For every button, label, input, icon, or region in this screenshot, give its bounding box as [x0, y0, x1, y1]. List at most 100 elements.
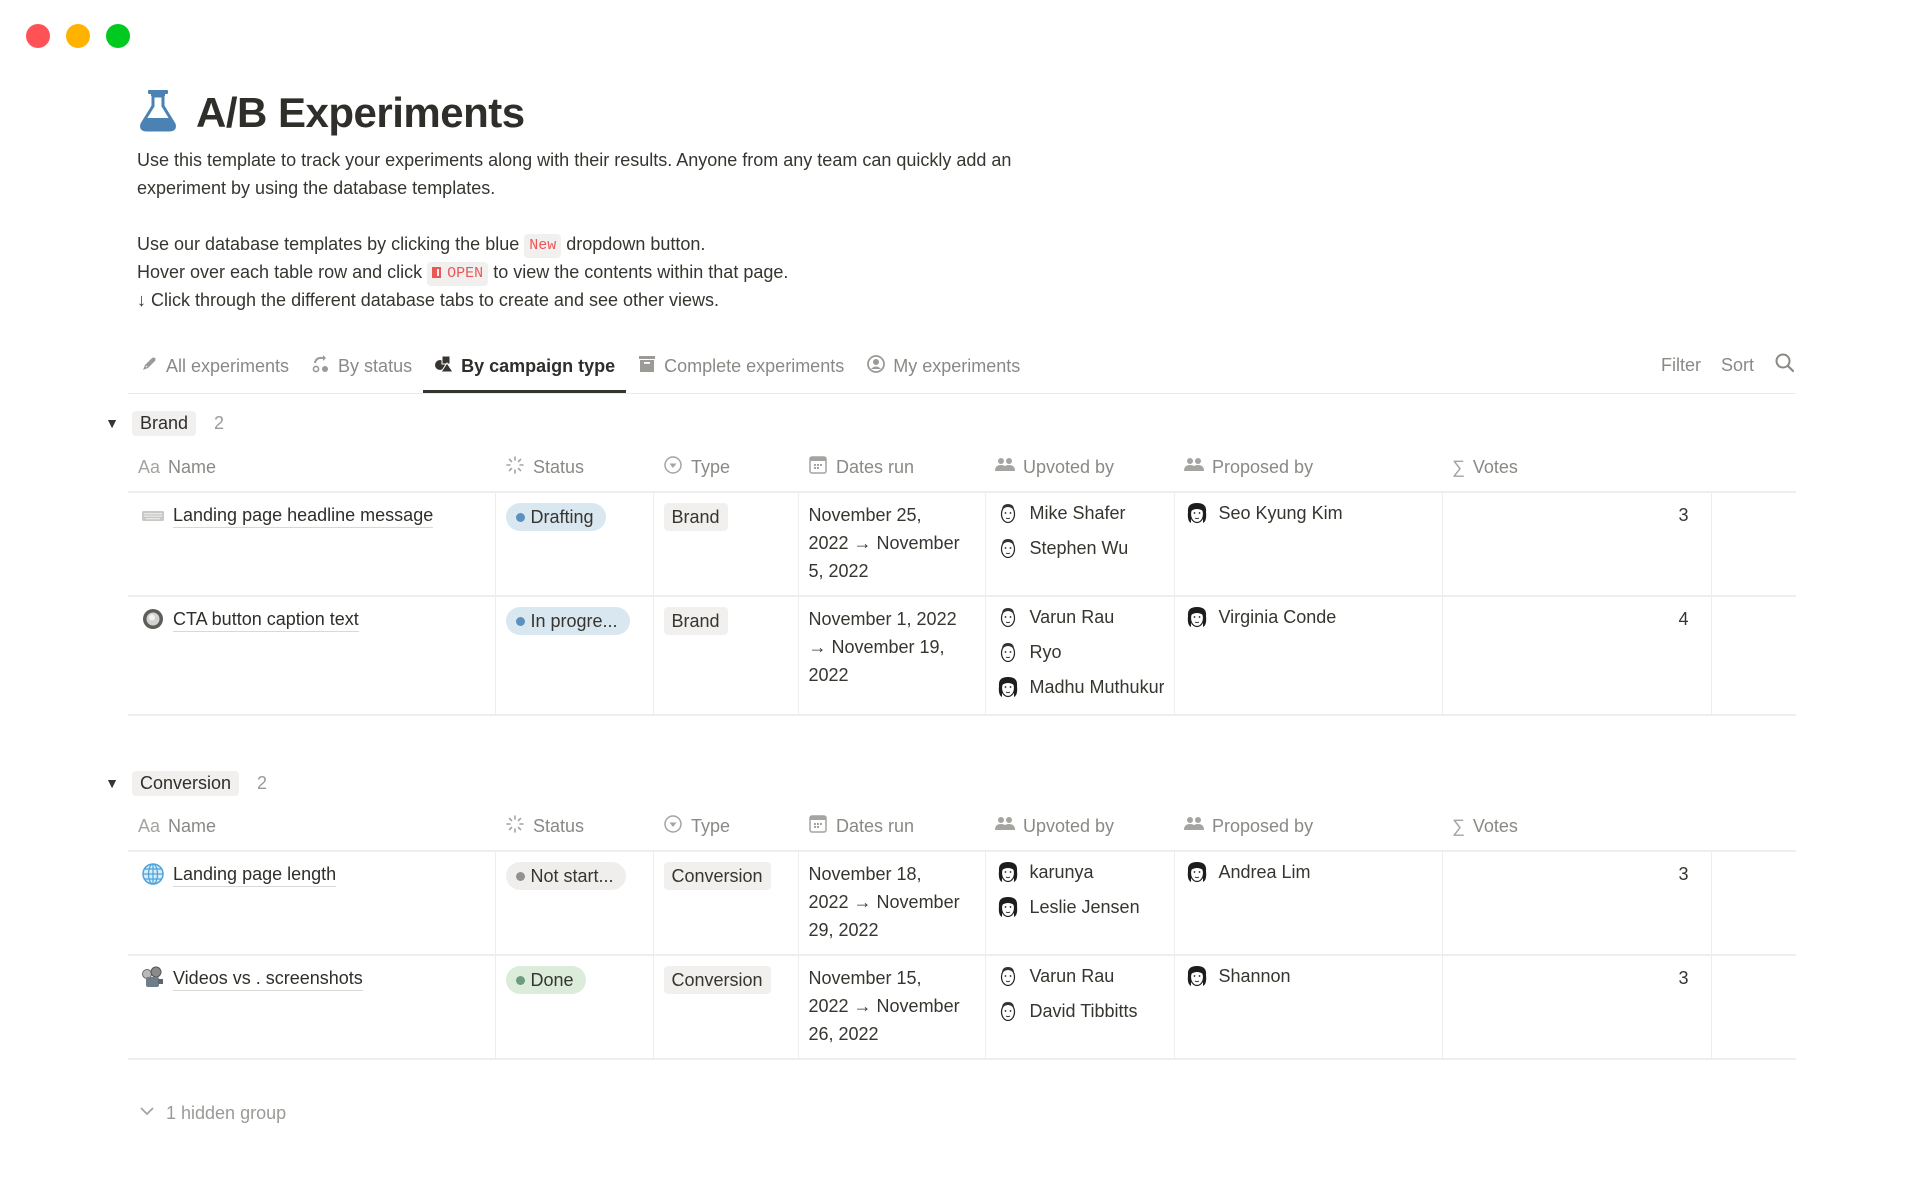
column-header-votes[interactable]: ∑ Votes [1442, 803, 1711, 852]
empty-cell [1711, 492, 1796, 597]
row-title-link[interactable]: CTA button caption text [173, 607, 359, 632]
help-text: dropdown button. [566, 234, 706, 254]
name-cell[interactable]: Landing page headline message [128, 492, 496, 597]
votes-cell: 3 [1442, 851, 1712, 956]
collapse-triangle-icon[interactable]: ▼ [104, 415, 120, 431]
column-header-dates-run[interactable]: Dates run [798, 803, 985, 852]
status-cell[interactable]: In progre... [495, 596, 654, 716]
person-chip: Shannon [1185, 958, 1432, 993]
person-chip: Varun Rau [996, 958, 1164, 993]
status-label: Drafting [530, 507, 594, 527]
column-header-type[interactable]: Type [653, 444, 798, 493]
type-cell[interactable]: Conversion [653, 851, 799, 956]
name-cell[interactable]: Videos vs . screenshots [128, 955, 496, 1060]
proposed-by-cell[interactable]: Shannon [1174, 955, 1443, 1060]
upvoted-by-cell[interactable]: karunya Leslie Jensen [985, 851, 1175, 956]
avatar [1185, 501, 1209, 525]
proposed-by-cell[interactable]: Andrea Lim [1174, 851, 1443, 956]
row-title-link[interactable]: Landing page length [173, 862, 337, 887]
table-row[interactable]: CTA button caption text In progre... Brand… [128, 596, 1796, 716]
column-header-name[interactable]: Aa Name [128, 444, 495, 493]
keyboard-icon[interactable] [141, 503, 165, 527]
type-cell[interactable]: Conversion [653, 955, 799, 1060]
column-header-type[interactable]: Type [653, 803, 798, 852]
radio-button-icon[interactable] [141, 607, 165, 631]
column-header-upvoted-by[interactable]: Upvoted by [985, 444, 1174, 493]
name-cell[interactable]: CTA button caption text [128, 596, 496, 716]
page-description-line: experiment by using the database templat… [137, 178, 496, 198]
proposed-by-cell[interactable]: Virginia Conde [1174, 596, 1443, 716]
open-label: OPEN [447, 265, 484, 282]
column-header-upvoted-by[interactable]: Upvoted by [985, 803, 1174, 852]
dates-cell[interactable]: November 25, 2022 → November 5, 2022 [798, 492, 986, 597]
person-name: Madhu Muthukur [1029, 676, 1164, 697]
proposed-by-cell[interactable]: Seo Kyung Kim [1174, 492, 1443, 597]
column-header-status[interactable]: Status [495, 803, 653, 852]
calendar-icon [808, 814, 828, 839]
hidden-groups-toggle[interactable]: 1 hidden group [138, 1102, 286, 1125]
dates-cell[interactable]: November 1, 2022 → November 19, 2022 [798, 596, 986, 716]
status-cell[interactable]: Done [495, 955, 654, 1060]
person-chip: Andrea Lim [1185, 854, 1432, 889]
select-icon [663, 814, 683, 839]
upvoted-by-cell[interactable]: Varun Rau Ryo Madhu Muthukur [985, 596, 1175, 716]
tab-label: Complete experiments [664, 355, 845, 376]
column-label: Proposed by [1212, 457, 1314, 477]
tab-all-experiments[interactable]: All experiments [137, 350, 300, 382]
column-header-votes[interactable]: ∑ Votes [1442, 444, 1711, 493]
avatar [996, 999, 1020, 1023]
tab-complete-experiments[interactable]: Complete experiments [626, 350, 855, 382]
type-cell[interactable]: Brand [653, 596, 799, 716]
workflow-icon [311, 354, 331, 379]
collapse-triangle-icon[interactable]: ▼ [104, 775, 120, 791]
globe-icon[interactable] [141, 862, 165, 886]
status-label: Not start... [530, 866, 614, 886]
row-title-link[interactable]: Landing page headline message [173, 503, 434, 528]
group-label[interactable]: Brand [132, 410, 197, 436]
status-cell[interactable]: Not start... [495, 851, 654, 956]
dates-cell[interactable]: November 15, 2022 → November 26, 2022 [798, 955, 986, 1060]
type-cell[interactable]: Brand [653, 492, 799, 597]
column-label: Proposed by [1212, 816, 1314, 836]
search-icon[interactable] [1774, 352, 1796, 379]
sort-button[interactable]: Sort [1721, 355, 1754, 376]
person-name: Andrea Lim [1218, 861, 1311, 882]
column-header-status[interactable]: Status [495, 444, 653, 493]
table-row[interactable]: Landing page length Not start... Conversio… [128, 851, 1796, 956]
upvoted-by-cell[interactable]: Mike Shafer Stephen Wu [985, 492, 1175, 597]
date-line: 2022 → November [808, 892, 960, 912]
filter-button[interactable]: Filter [1661, 355, 1701, 376]
status-cell[interactable]: Drafting [495, 492, 654, 597]
row-title-link[interactable]: Videos vs . screenshots [173, 966, 363, 991]
votes-value: 3 [1678, 505, 1689, 525]
votes-value: 3 [1678, 968, 1689, 988]
tab-by-campaign-type[interactable]: By campaign type [423, 350, 627, 393]
window-minimize-button[interactable] [66, 24, 90, 48]
person-chip: Madhu Muthukur [996, 669, 1164, 704]
film-projector-icon[interactable] [141, 966, 165, 990]
status-dot-icon [515, 871, 525, 881]
table-row[interactable]: Landing page headline message Drafting Bra… [128, 492, 1796, 597]
table-row[interactable]: Videos vs . screenshots Done Conversion Nov… [128, 955, 1796, 1060]
dates-cell[interactable]: November 18, 2022 → November 29, 2022 [798, 851, 986, 956]
help-text: to view the contents within that page. [493, 262, 789, 282]
shapes-icon [434, 354, 455, 379]
tab-my-experiments[interactable]: My experiments [855, 350, 1031, 382]
column-label: Type [691, 816, 731, 836]
column-header-name[interactable]: Aa Name [128, 803, 495, 852]
column-header-dates-run[interactable]: Dates run [798, 444, 985, 493]
window-maximize-button[interactable] [106, 24, 130, 48]
date-line: November 1, 2022 [808, 609, 957, 629]
column-header-proposed-by[interactable]: Proposed by [1174, 803, 1442, 852]
tab-by-status[interactable]: By status [300, 350, 423, 382]
status-badge: Not start... [505, 862, 626, 890]
people-icon [995, 455, 1015, 480]
name-cell[interactable]: Landing page length [128, 851, 496, 956]
flask-icon[interactable] [138, 88, 178, 137]
avatar [996, 536, 1020, 560]
column-header-proposed-by[interactable]: Proposed by [1174, 444, 1442, 493]
date-line: → November 19, [808, 637, 945, 657]
window-close-button[interactable] [26, 24, 50, 48]
upvoted-by-cell[interactable]: Varun Rau David Tibbitts [985, 955, 1175, 1060]
group-label[interactable]: Conversion [132, 770, 240, 796]
